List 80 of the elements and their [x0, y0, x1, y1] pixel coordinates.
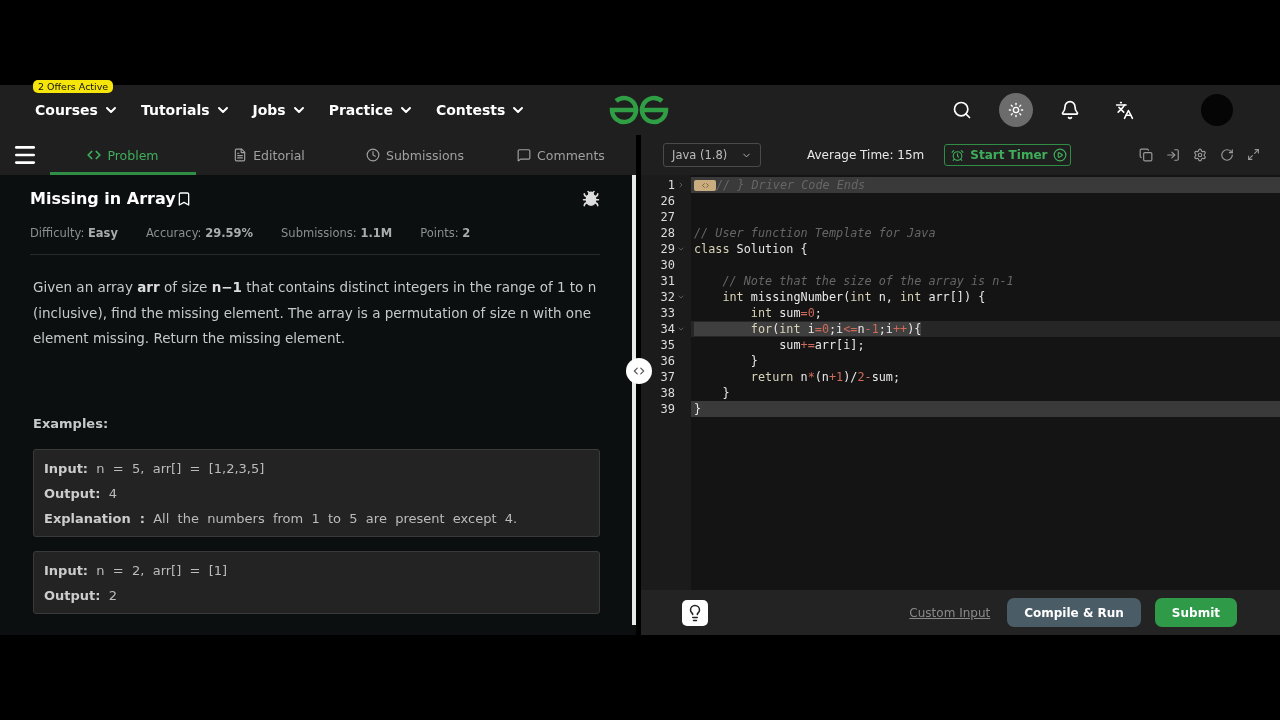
compile-run-button[interactable]: Compile & Run [1007, 598, 1141, 627]
code-line: sum+=arr[i]; [778, 338, 865, 352]
example-line: Output: 2 [44, 586, 119, 605]
left-right-arrows-icon [632, 364, 646, 378]
line-number: 36 [660, 354, 675, 368]
line-number: 34 [660, 322, 675, 336]
expand-icon [1247, 148, 1260, 161]
left-right-arrows-icon [700, 180, 710, 190]
line-number: 29 [660, 242, 675, 256]
code-line: } [694, 402, 702, 416]
nav-menu[interactable]: Practice [328, 102, 414, 118]
start-timer-button[interactable]: Start Timer [944, 144, 1072, 166]
line-number: 39 [660, 402, 675, 416]
refresh-icon [1220, 148, 1234, 162]
line-number: 35 [660, 338, 675, 352]
code-line: // Note that the size of the array is n-1 [721, 274, 1014, 288]
copy-button[interactable] [1139, 148, 1153, 162]
fullscreen-button[interactable] [1247, 148, 1260, 162]
import-button[interactable] [1166, 148, 1180, 162]
code-line: } [721, 386, 730, 400]
hint-button[interactable] [682, 599, 708, 626]
problem-title: Missing in Array [30, 189, 176, 208]
example-line: Explanation : All the numbers from 1 to 5 are present except 4. [44, 509, 519, 528]
average-time: Average Time: 15m [807, 148, 925, 162]
tab[interactable]: Submissions [342, 135, 488, 175]
sun-icon [1008, 102, 1024, 118]
problem-stat: Difficulty: Easy [30, 226, 118, 240]
example-line: Input: n = 5, arr[] = [1,2,3,5] [44, 459, 266, 478]
folded-code-badge[interactable] [694, 179, 716, 191]
settings-button[interactable] [1193, 148, 1207, 162]
line-number: 37 [660, 370, 675, 384]
theme-toggle[interactable] [999, 93, 1033, 127]
comment-icon [517, 148, 532, 162]
bell-icon [1060, 100, 1080, 120]
line-number: 1 [667, 178, 675, 192]
line-number: 33 [660, 306, 675, 320]
code-line: int sum=0; [749, 306, 822, 320]
search-icon [952, 100, 972, 120]
line-number: 26 [660, 194, 675, 208]
line-number: 31 [660, 274, 675, 288]
line-number: 38 [660, 386, 675, 400]
line-number: 30 [660, 258, 675, 272]
tab[interactable]: Editorial [196, 135, 342, 175]
line-number: 27 [660, 210, 675, 224]
examples-heading: Examples: [33, 415, 110, 431]
language-dropdown[interactable]: Java (1.8) [663, 143, 761, 167]
problem-stat: Submissions: 1.1M [281, 226, 393, 240]
play-icon [1053, 148, 1068, 162]
translate-icon [1114, 100, 1134, 120]
example-line: Input: n = 2, arr[] = [1] [44, 561, 229, 580]
line-number: 32 [660, 290, 675, 304]
settings-icon [1193, 148, 1207, 162]
copy-icon [1139, 148, 1153, 162]
nav-menu[interactable]: Contests [435, 102, 527, 118]
scrollbar[interactable] [632, 175, 636, 625]
code-line: // User function Template for Java [694, 226, 936, 240]
nav-menu[interactable]: Jobs [252, 102, 307, 118]
code-line: return n*(n+1)/2-sum; [749, 370, 901, 384]
submit-button[interactable]: Submit [1154, 598, 1237, 627]
code-line: int missingNumber(int n, int arr[]) { [721, 290, 986, 304]
code-line: } [749, 354, 758, 368]
import-icon [1166, 148, 1180, 162]
custom-input-link[interactable]: Custom Input [909, 605, 991, 620]
problem-stat: Points: 2 [420, 226, 471, 240]
offers-badge: 2 Offers Active [33, 80, 114, 93]
tab[interactable]: Problem [50, 135, 196, 175]
code-icon [87, 148, 102, 162]
line-number: 28 [660, 226, 675, 240]
problem-stat: Accuracy: 29.59% [145, 226, 254, 240]
document-icon [233, 148, 248, 162]
example-line: Output: 4 [44, 484, 119, 503]
bug-icon[interactable] [582, 189, 600, 208]
logo-icon [608, 95, 670, 125]
tab[interactable]: Comments [488, 135, 634, 175]
code-line: class Solution { [694, 242, 808, 256]
problem-description: Given an array arr of size n−1 that contains distinct integers in the range of 1 to n (inclusive), find the missing element. The array is a permutation of size n with one element missing. Return the missing element. [33, 278, 598, 348]
reset-button[interactable] [1220, 148, 1234, 162]
alarm-clock-icon [951, 148, 965, 162]
clock-icon [366, 148, 380, 162]
nav-menu[interactable]: Tutorials [140, 102, 231, 118]
